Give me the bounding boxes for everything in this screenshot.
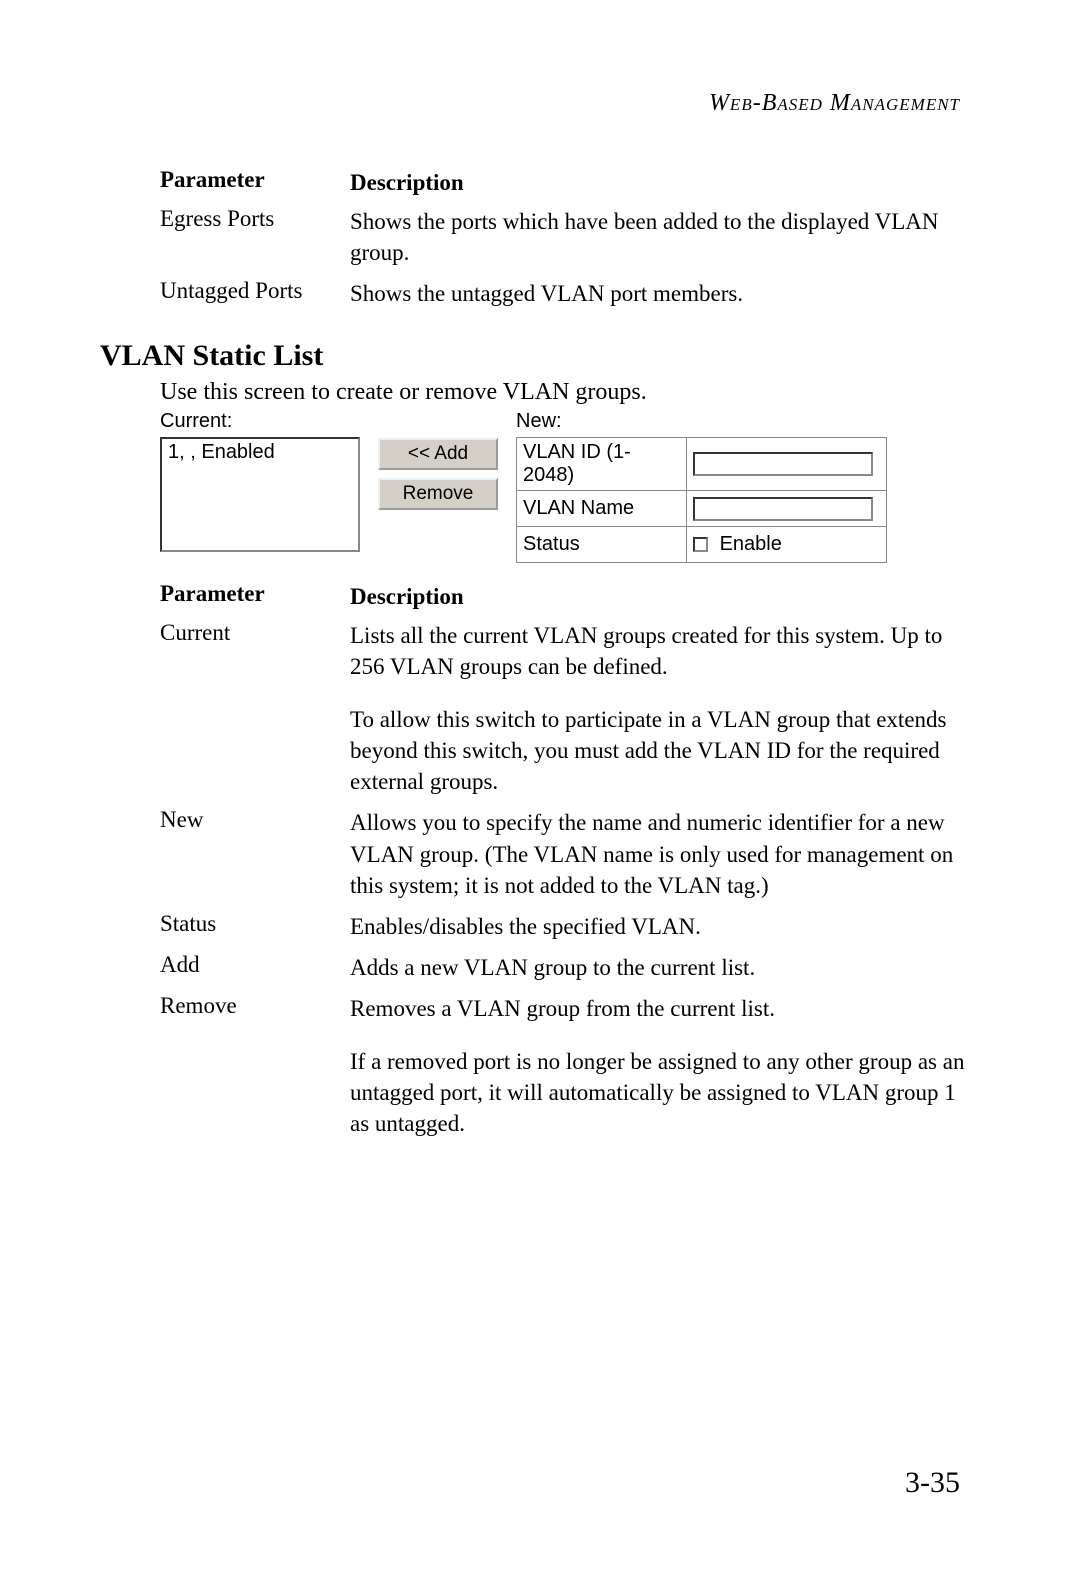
param-desc: Allows you to specify the name and numer… bbox=[350, 807, 970, 900]
param-table-1: Parameter Description Egress Ports Shows… bbox=[160, 167, 970, 309]
vlan-name-label: VLAN Name bbox=[517, 491, 687, 527]
param-desc: If a removed port is no longer be assign… bbox=[350, 1046, 970, 1139]
param-name: Untagged Ports bbox=[160, 278, 350, 309]
param-desc: Enables/disables the specified VLAN. bbox=[350, 911, 970, 942]
vlan-id-input[interactable] bbox=[693, 452, 873, 476]
col-header-parameter: Parameter bbox=[160, 581, 350, 612]
ui-screenshot: Current: 1, , Enabled << Add Remove New:… bbox=[160, 410, 970, 563]
running-head: Web-Based Management bbox=[100, 90, 970, 117]
param-desc: Adds a new VLAN group to the current lis… bbox=[350, 952, 970, 983]
param-name: Remove bbox=[160, 993, 350, 1024]
list-item[interactable]: 1, , Enabled bbox=[168, 441, 352, 464]
enable-checkbox[interactable] bbox=[693, 537, 708, 552]
vlan-name-input[interactable] bbox=[693, 497, 873, 521]
param-desc: Shows the ports which have been added to… bbox=[350, 206, 970, 268]
enable-label: Enable bbox=[720, 533, 782, 555]
param-desc: Shows the untagged VLAN port members. bbox=[350, 278, 970, 309]
new-fields-table: VLAN ID (1-2048) VLAN Name Status Enable bbox=[516, 437, 887, 563]
current-label: Current: bbox=[160, 410, 360, 433]
section-heading: VLAN Static List bbox=[100, 339, 970, 373]
param-desc: To allow this switch to participate in a… bbox=[350, 704, 970, 797]
param-name bbox=[160, 704, 350, 797]
param-name: Status bbox=[160, 911, 350, 942]
param-name: New bbox=[160, 807, 350, 900]
col-header-description: Description bbox=[350, 581, 970, 612]
param-desc: Removes a VLAN group from the current li… bbox=[350, 993, 970, 1024]
param-name bbox=[160, 1046, 350, 1139]
param-desc: Lists all the current VLAN groups create… bbox=[350, 620, 970, 682]
param-name: Add bbox=[160, 952, 350, 983]
param-name: Egress Ports bbox=[160, 206, 350, 268]
add-button[interactable]: << Add bbox=[378, 438, 498, 470]
section-intro: Use this screen to create or remove VLAN… bbox=[160, 379, 970, 406]
param-name: Current bbox=[160, 620, 350, 682]
status-label: Status bbox=[517, 527, 687, 563]
page-number: 3-35 bbox=[905, 1466, 960, 1500]
param-table-2: Parameter Description Current Lists all … bbox=[160, 581, 970, 1139]
col-header-description: Description bbox=[350, 167, 970, 198]
new-label: New: bbox=[516, 410, 887, 433]
col-header-parameter: Parameter bbox=[160, 167, 350, 198]
remove-button[interactable]: Remove bbox=[378, 478, 498, 510]
vlan-id-label: VLAN ID (1-2048) bbox=[517, 438, 687, 491]
current-listbox[interactable]: 1, , Enabled bbox=[160, 437, 360, 552]
